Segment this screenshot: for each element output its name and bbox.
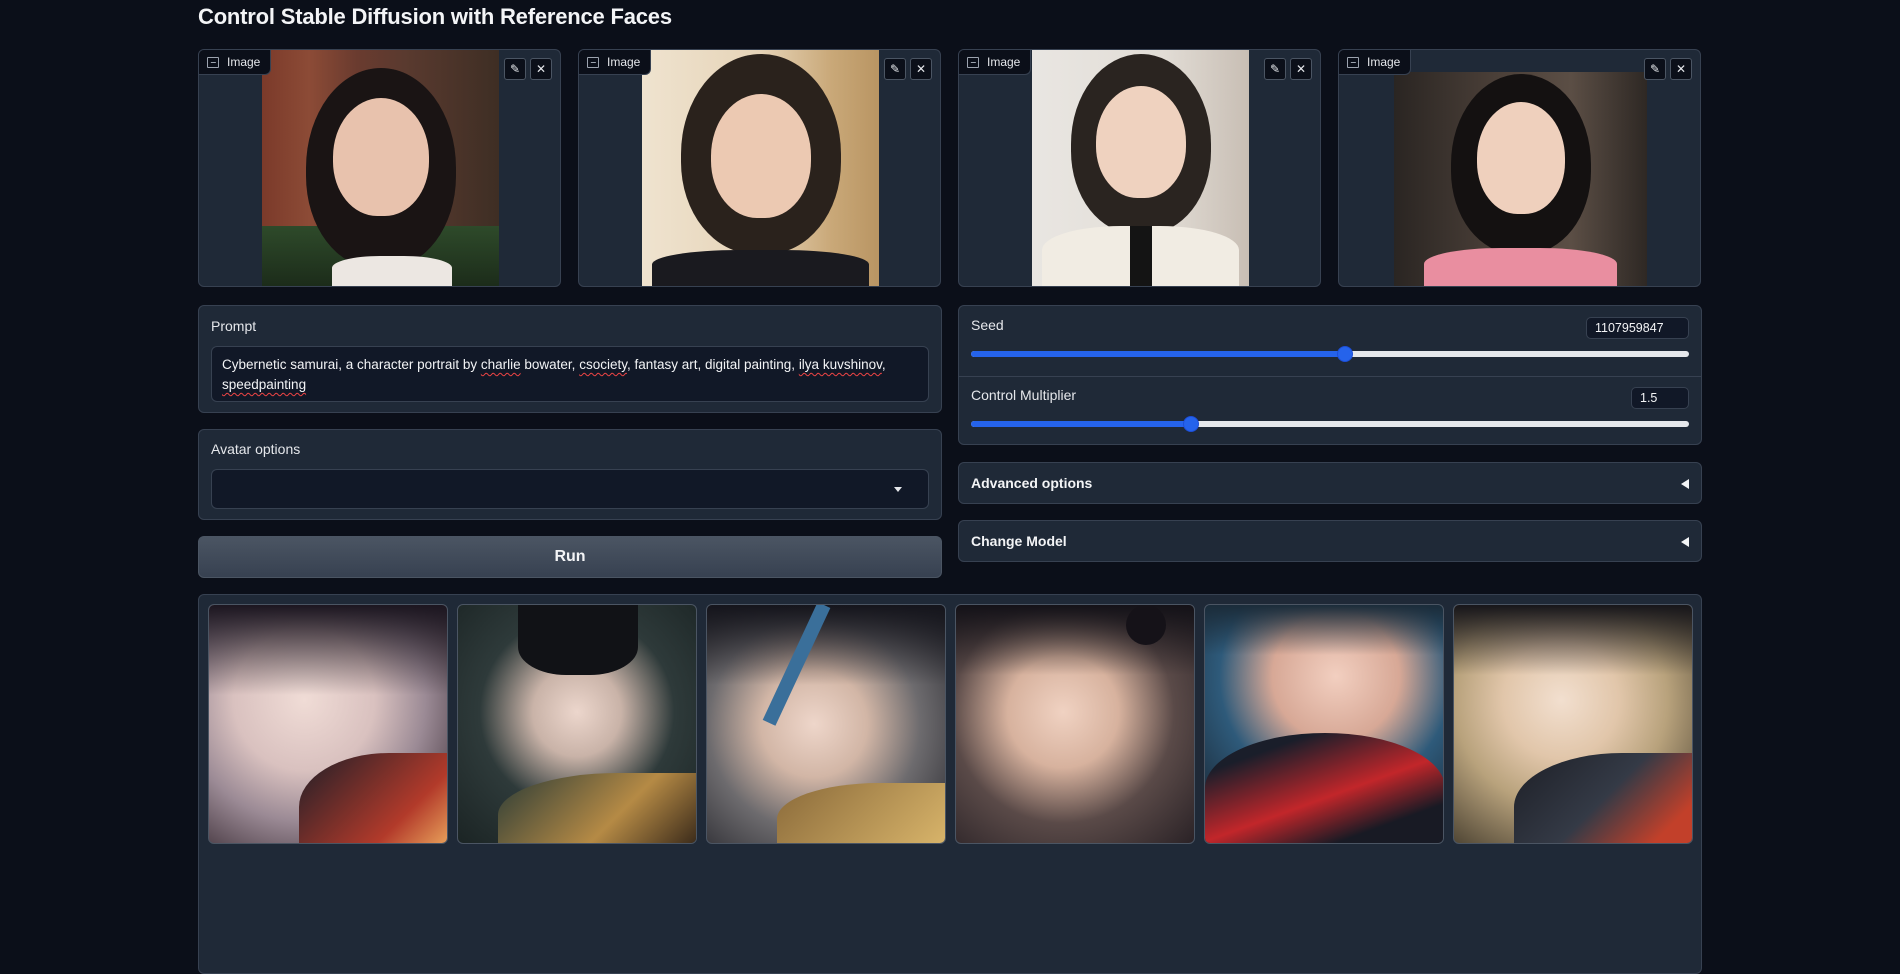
output-gallery [198,594,1702,974]
sliders-block: Seed 1107959847 Control Multiplier 1.5 [958,305,1702,445]
image-label: Image [1339,50,1412,75]
chevron-down-icon [894,487,902,492]
prompt-label: Prompt [211,318,257,334]
close-icon: ✕ [535,62,547,76]
pencil-icon: ✎ [1649,62,1661,76]
reference-image-2[interactable]: Image ✎ ✕ [578,49,941,287]
pencil-icon: ✎ [509,62,521,76]
gallery-image-2[interactable] [457,604,697,844]
reference-image-4[interactable]: Image ✎ ✕ [1338,49,1701,287]
collapse-triangle-icon [1681,537,1689,547]
control-multiplier-slider-thumb[interactable] [1182,416,1199,432]
page-title: Control Stable Diffusion with Reference … [198,4,672,29]
reference-photo [1032,50,1249,286]
edit-button[interactable]: ✎ [1644,58,1666,80]
gallery-image-1[interactable] [208,604,448,844]
control-multiplier-number-input[interactable]: 1.5 [1631,387,1689,409]
avatar-options-block: Avatar options [198,429,942,520]
seed-slider-thumb[interactable] [1337,346,1354,362]
control-multiplier-slider-fill [971,421,1190,427]
avatar-options-dropdown[interactable] [211,469,929,509]
divider [959,376,1701,377]
gallery-image-6[interactable] [1453,604,1693,844]
edit-button[interactable]: ✎ [504,58,526,80]
close-icon: ✕ [915,62,927,76]
edit-button[interactable]: ✎ [1264,58,1286,80]
prompt-block: Prompt Cybernetic samurai, a character p… [198,305,942,413]
reference-photo [1394,72,1647,286]
reference-photo [642,50,879,286]
control-multiplier-label: Control Multiplier [971,387,1077,403]
image-icon [207,56,219,68]
control-multiplier-slider[interactable] [971,416,1689,432]
image-icon [587,56,599,68]
reference-image-3[interactable]: Image ✎ ✕ [958,49,1321,287]
close-icon: ✕ [1675,62,1687,76]
seed-number-input[interactable]: 1107959847 [1586,317,1689,339]
avatar-options-label: Avatar options [211,441,301,457]
close-icon: ✕ [1295,62,1307,76]
collapse-triangle-icon [1681,479,1689,489]
run-button[interactable]: Run [198,536,942,578]
reference-photo [262,50,499,286]
seed-slider[interactable] [971,346,1689,362]
advanced-options-label: Advanced options [971,475,1093,491]
image-icon [1347,56,1359,68]
edit-button[interactable]: ✎ [884,58,906,80]
clear-button[interactable]: ✕ [530,58,552,80]
image-label: Image [959,50,1032,75]
image-label: Image [199,50,272,75]
gallery-image-5[interactable] [1204,604,1444,844]
clear-button[interactable]: ✕ [1670,58,1692,80]
advanced-options-accordion[interactable]: Advanced options [958,462,1702,504]
gallery-image-3[interactable] [706,604,946,844]
gallery-image-4[interactable] [955,604,1195,844]
prompt-input[interactable]: Cybernetic samurai, a character portrait… [211,346,929,402]
pencil-icon: ✎ [889,62,901,76]
image-label: Image [579,50,652,75]
seed-slider-fill [971,351,1345,357]
image-icon [967,56,979,68]
pencil-icon: ✎ [1269,62,1281,76]
seed-label: Seed [971,317,1004,333]
clear-button[interactable]: ✕ [1290,58,1312,80]
reference-image-1[interactable]: Image ✎ ✕ [198,49,561,287]
clear-button[interactable]: ✕ [910,58,932,80]
change-model-label: Change Model [971,533,1067,549]
change-model-accordion[interactable]: Change Model [958,520,1702,562]
